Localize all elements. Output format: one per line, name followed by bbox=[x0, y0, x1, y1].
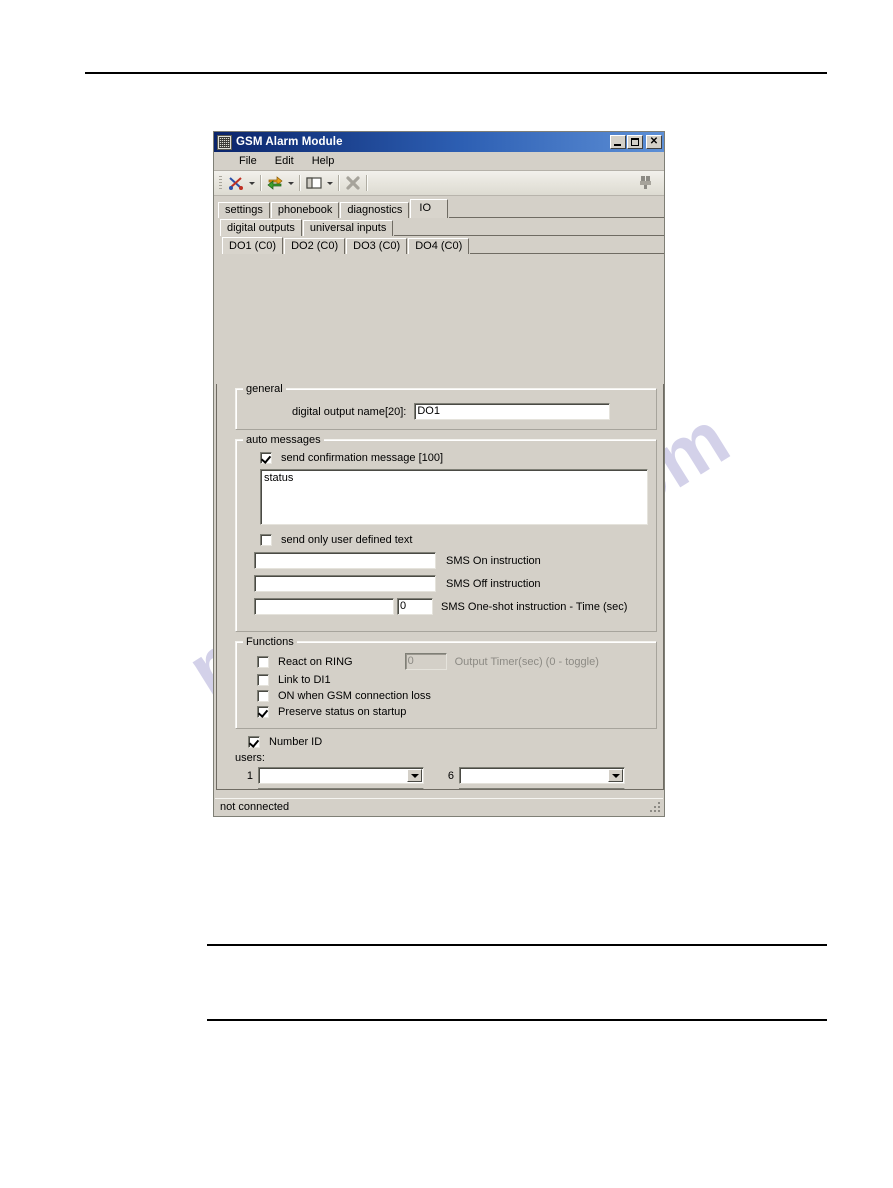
tools-connect-icon[interactable] bbox=[226, 173, 246, 193]
react-on-ring-checkbox[interactable] bbox=[257, 655, 269, 668]
tabs-secondary: digital outputs universal inputs bbox=[214, 218, 664, 236]
users-column-right: 6 7 8 bbox=[436, 767, 625, 789]
tab-do1[interactable]: DO1 (C0) bbox=[222, 237, 284, 254]
tab-do4[interactable]: DO4 (C0) bbox=[408, 238, 470, 254]
user-select-2[interactable] bbox=[258, 788, 424, 789]
tabs-secondary-filler bbox=[394, 220, 664, 236]
link-to-di1-checkbox[interactable] bbox=[257, 674, 269, 686]
resize-grip-icon[interactable] bbox=[649, 801, 661, 813]
window-title: GSM Alarm Module bbox=[236, 136, 343, 148]
group-general-title: general bbox=[243, 384, 286, 395]
send-confirmation-label: send confirmation message [100] bbox=[281, 452, 444, 464]
users-label: users: bbox=[235, 752, 265, 764]
tabs-primary-filler bbox=[449, 202, 664, 218]
user-row: 1 bbox=[235, 767, 424, 784]
number-id-checkbox[interactable] bbox=[248, 736, 260, 748]
react-on-ring-label: React on RING bbox=[278, 655, 353, 668]
page-rule-top bbox=[85, 72, 827, 74]
tab-do3[interactable]: DO3 (C0) bbox=[346, 238, 408, 254]
chevron-down-icon[interactable] bbox=[407, 769, 422, 782]
transfer-refresh-icon[interactable] bbox=[265, 173, 285, 193]
group-general: general digital output name[20]: DO1 bbox=[235, 384, 657, 430]
page-rule-bottom bbox=[207, 1019, 827, 1021]
title-bar: GSM Alarm Module ✕ bbox=[214, 132, 664, 152]
tab-digital-outputs[interactable]: digital outputs bbox=[220, 219, 302, 236]
tab-universal-inputs[interactable]: universal inputs bbox=[302, 220, 394, 236]
gsm-connection-loss-checkbox[interactable] bbox=[257, 690, 269, 702]
content-pane: general digital output name[20]: DO1 aut… bbox=[216, 384, 664, 790]
sms-off-instruction-input[interactable] bbox=[254, 575, 436, 592]
menu-bar: File Edit Help bbox=[214, 152, 664, 171]
toolbar-grip[interactable] bbox=[219, 175, 222, 191]
page-rule-middle bbox=[207, 944, 827, 946]
send-confirmation-checkbox[interactable] bbox=[260, 452, 272, 464]
tools-dropdown-arrow[interactable] bbox=[246, 173, 257, 193]
sms-oneshot-time-input[interactable]: 0 bbox=[397, 598, 433, 615]
group-auto-messages: auto messages send confirmation message … bbox=[235, 434, 657, 632]
sms-on-instruction-label: SMS On instruction bbox=[446, 554, 541, 567]
send-user-defined-checkbox[interactable] bbox=[260, 534, 272, 546]
tabs-tertiary: DO1 (C0) DO2 (C0) DO3 (C0) DO4 (C0) bbox=[214, 236, 664, 254]
group-functions: Functions React on RING 0 Output Timer(s… bbox=[235, 636, 657, 729]
users-grid: 1 2 3 bbox=[225, 767, 657, 789]
chevron-down-icon[interactable] bbox=[608, 769, 623, 782]
toolbar-separator-4 bbox=[366, 175, 368, 191]
tab-phonebook[interactable]: phonebook bbox=[270, 202, 340, 218]
output-timer-label: Output Timer(sec) (0 - toggle) bbox=[454, 655, 599, 668]
digital-output-name-input[interactable]: DO1 bbox=[414, 403, 611, 420]
send-user-defined-label: send only user defined text bbox=[281, 534, 413, 546]
users-column-left: 1 2 3 bbox=[235, 767, 424, 789]
digital-output-name-label: digital output name[20]: bbox=[292, 405, 407, 418]
user-number: 1 bbox=[246, 769, 253, 782]
sms-off-instruction-label: SMS Off instruction bbox=[446, 577, 541, 590]
tabs-tertiary-filler bbox=[470, 238, 664, 254]
menu-item-file[interactable]: File bbox=[230, 154, 266, 168]
user-select-6[interactable] bbox=[459, 767, 625, 784]
app-logo-icon bbox=[217, 134, 232, 150]
transfer-dropdown-arrow[interactable] bbox=[285, 173, 296, 193]
sms-oneshot-instruction-input[interactable] bbox=[254, 598, 394, 615]
digital-output-form: general digital output name[20]: DO1 aut… bbox=[217, 384, 663, 789]
tab-settings[interactable]: settings bbox=[218, 202, 270, 218]
panel-view-icon[interactable] bbox=[304, 173, 324, 193]
link-to-di1-label: Link to DI1 bbox=[278, 674, 331, 686]
menu-item-help[interactable]: Help bbox=[303, 154, 344, 168]
minimize-button[interactable] bbox=[610, 135, 626, 149]
user-select-1[interactable] bbox=[258, 767, 424, 784]
menu-item-edit[interactable]: Edit bbox=[266, 154, 303, 168]
close-button[interactable]: ✕ bbox=[646, 135, 662, 149]
tab-diagnostics[interactable]: diagnostics bbox=[340, 202, 410, 218]
number-id-label: Number ID bbox=[269, 736, 323, 748]
status-text: not connected bbox=[220, 801, 290, 813]
sms-oneshot-instruction-label: SMS One-shot instruction - Time (sec) bbox=[441, 600, 628, 613]
toolbar-separator-1 bbox=[260, 175, 262, 191]
user-row: 2 bbox=[235, 788, 424, 789]
user-select-7[interactable] bbox=[459, 788, 625, 789]
gsm-alarm-module-window: GSM Alarm Module ✕ File Edit Help settin… bbox=[213, 131, 665, 817]
plug-icon[interactable] bbox=[639, 175, 653, 190]
number-id-row: Number ID bbox=[225, 736, 657, 748]
toolbar-separator-3 bbox=[338, 175, 340, 191]
status-bar: not connected bbox=[215, 798, 663, 815]
output-timer-input[interactable]: 0 bbox=[404, 653, 447, 670]
preserve-status-label: Preserve status on startup bbox=[278, 706, 407, 718]
confirmation-message-textarea[interactable]: status bbox=[260, 469, 648, 525]
group-auto-messages-title: auto messages bbox=[243, 434, 324, 446]
cancel-icon bbox=[343, 173, 363, 193]
user-row: 6 bbox=[436, 767, 625, 784]
toolbar bbox=[214, 171, 664, 196]
preserve-status-checkbox[interactable] bbox=[257, 706, 269, 718]
tab-do2[interactable]: DO2 (C0) bbox=[284, 238, 346, 254]
sms-on-instruction-input[interactable] bbox=[254, 552, 436, 569]
maximize-button[interactable] bbox=[627, 135, 643, 149]
gsm-connection-loss-label: ON when GSM connection loss bbox=[278, 690, 431, 702]
tab-io[interactable]: IO bbox=[410, 199, 449, 218]
group-functions-title: Functions bbox=[243, 636, 297, 648]
user-row: 7 bbox=[436, 788, 625, 789]
panel-dropdown-arrow[interactable] bbox=[324, 173, 335, 193]
toolbar-separator-2 bbox=[299, 175, 301, 191]
user-number: 6 bbox=[447, 769, 454, 782]
tabs-primary: settings phonebook diagnostics IO bbox=[214, 199, 664, 218]
